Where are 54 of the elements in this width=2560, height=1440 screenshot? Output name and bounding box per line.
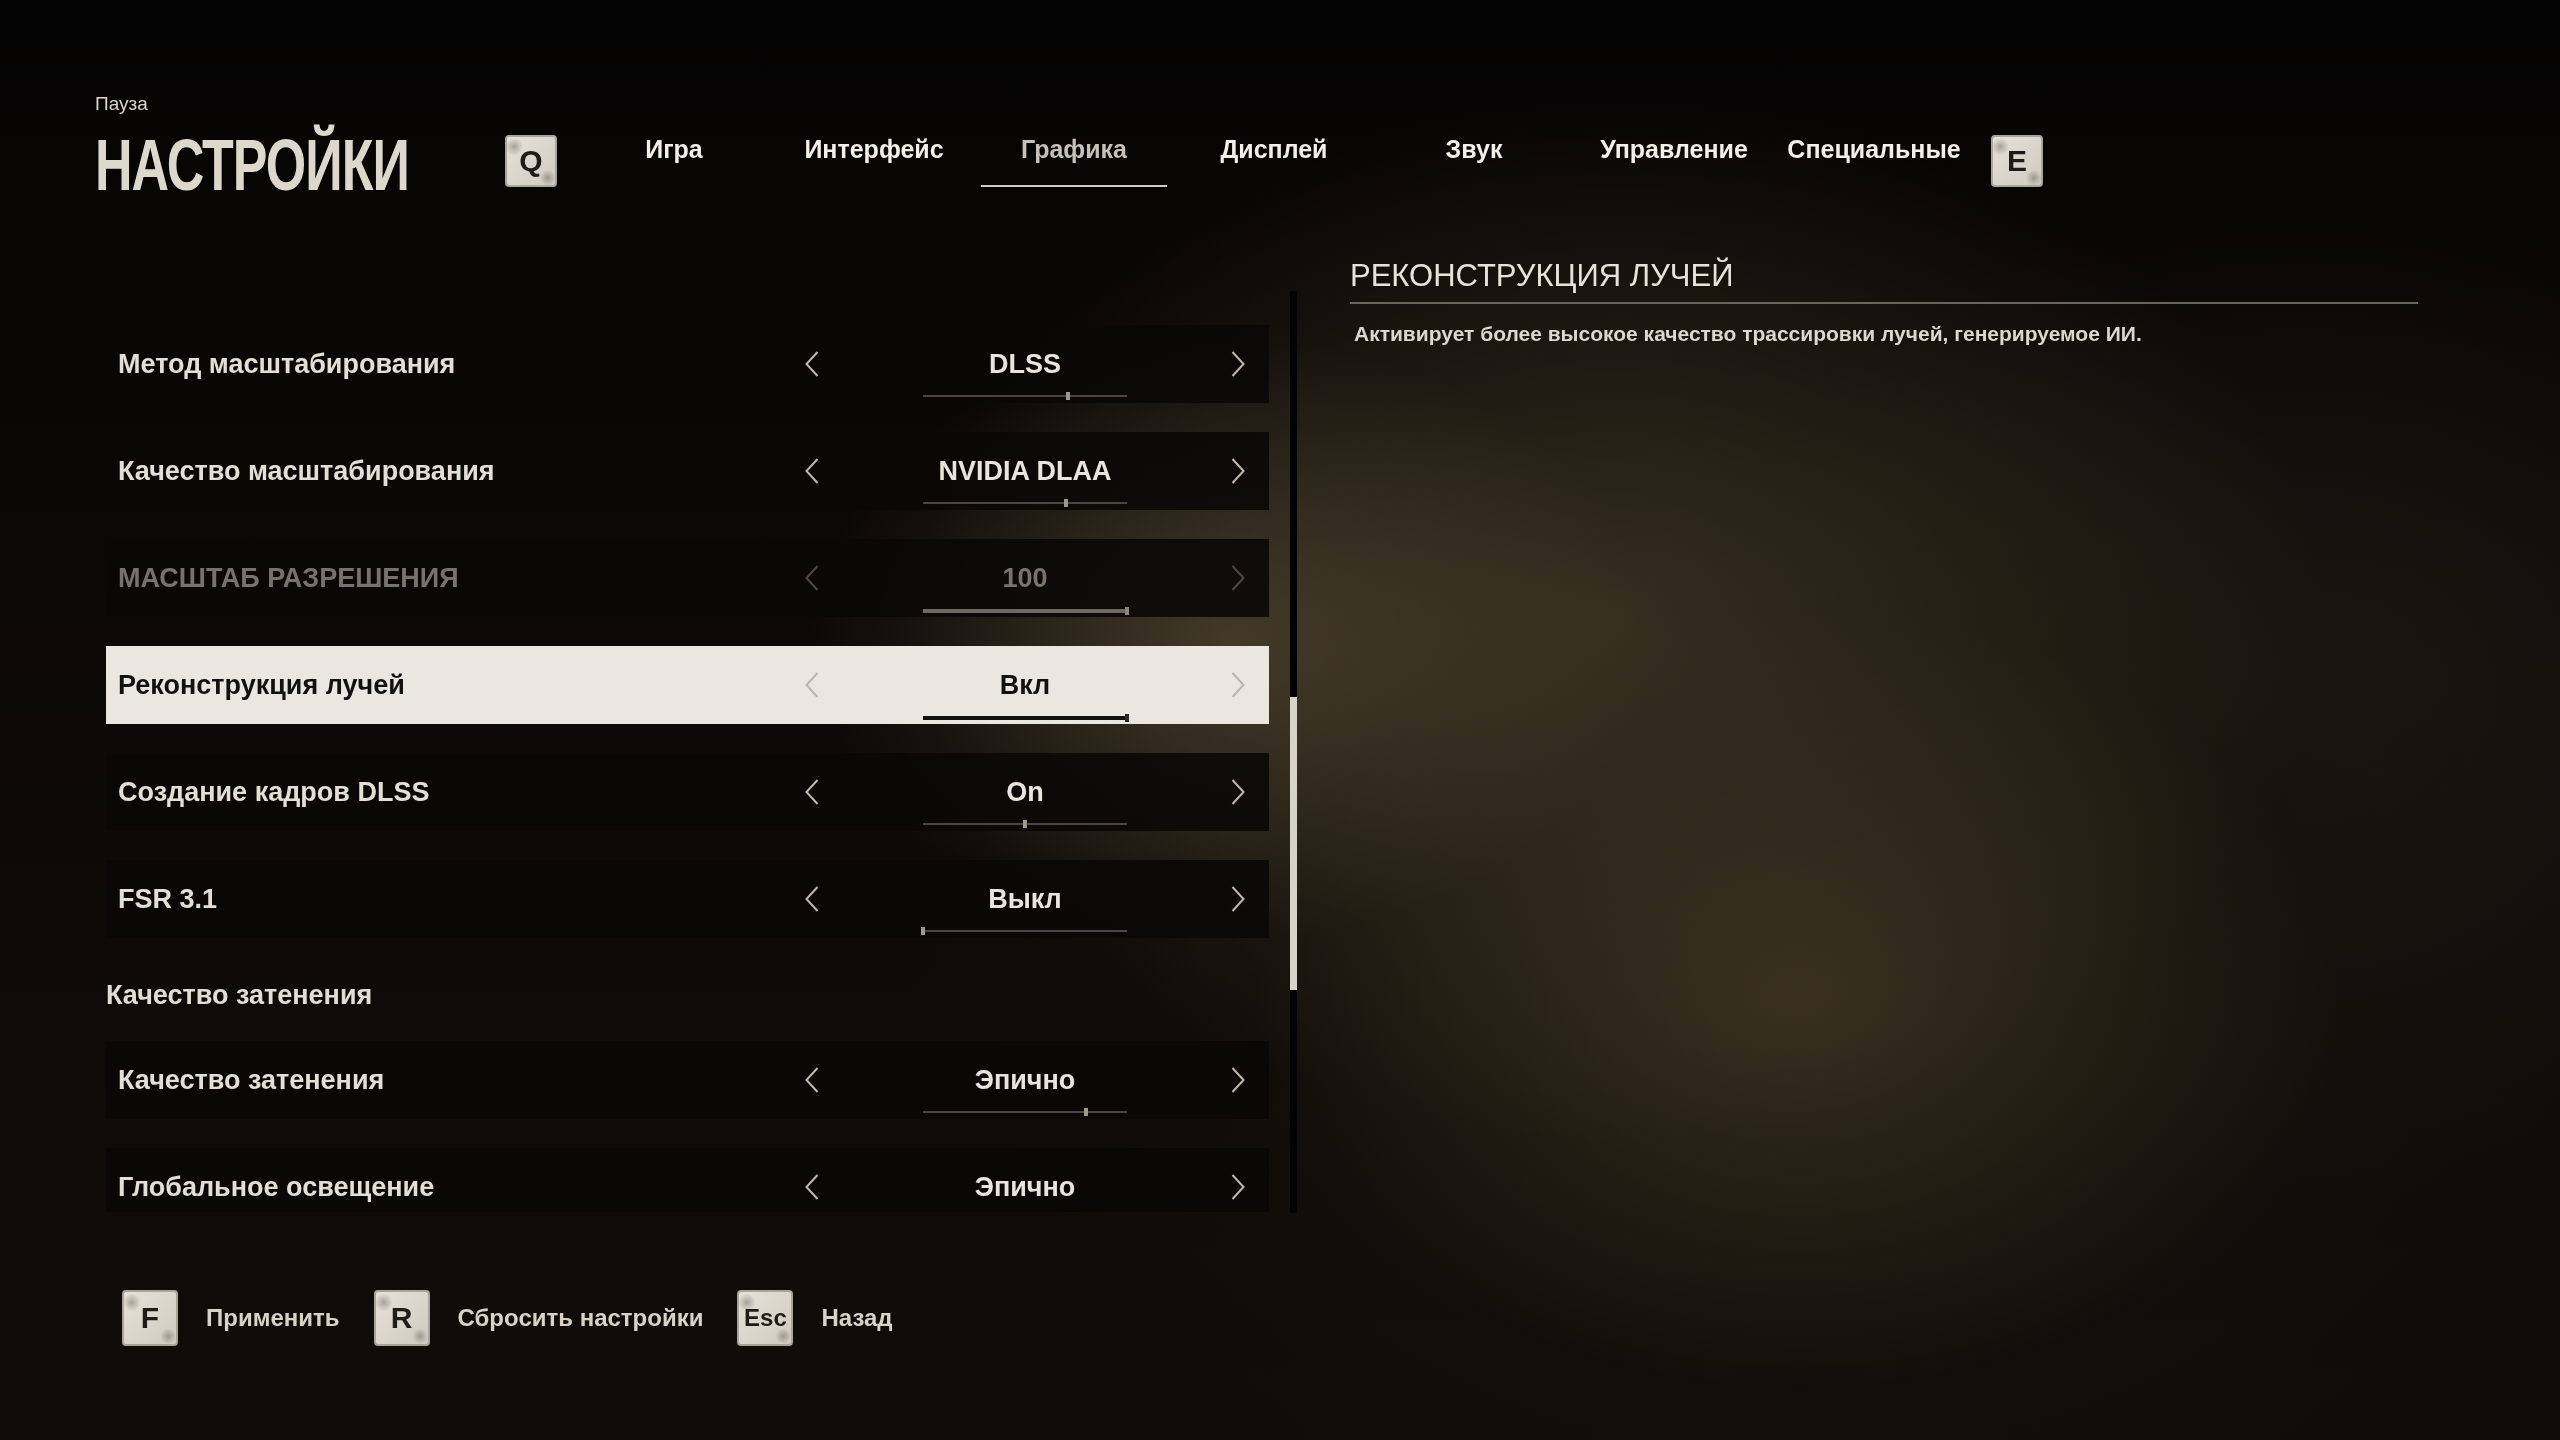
key-cap: F [122, 1290, 178, 1346]
tab[interactable]: Звук [1381, 120, 1567, 187]
setting-label: Реконструкция лучей [117, 669, 406, 702]
setting-label: Метод масштабирования [117, 348, 457, 381]
chevron-left-icon[interactable] [805, 886, 819, 912]
key-hint: E [1991, 135, 2043, 187]
chevron-left-icon[interactable] [805, 779, 819, 805]
setting-label: Создание кадров DLSS [117, 776, 431, 809]
tab[interactable]: Дисплей [1181, 120, 1367, 187]
page-title: НАСТРОЙКИ [95, 124, 409, 206]
action-button[interactable]: Esc Назад [737, 1290, 893, 1346]
breadcrumb-label: Пауза [95, 92, 149, 116]
setting-value: DLSS [989, 348, 1061, 381]
setting-value: Эпично [974, 1064, 1076, 1097]
setting-row[interactable]: Качество затенения Эпично [106, 1041, 1269, 1119]
scrollbar[interactable] [1290, 291, 1297, 1213]
chevron-right-icon[interactable] [1231, 1174, 1245, 1200]
tab[interactable]: Интерфейс [781, 120, 967, 187]
key-hint: Q [505, 135, 557, 187]
chevron-right-icon[interactable] [1231, 458, 1245, 484]
chevron-left-icon[interactable] [805, 1067, 819, 1093]
chevron-right-icon[interactable] [1231, 351, 1245, 377]
setting-label: Глобальное освещение [117, 1171, 436, 1204]
chevron-left-icon[interactable] [805, 1174, 819, 1200]
action-button[interactable]: F Применить [122, 1290, 340, 1346]
chevron-right-icon[interactable] [1231, 886, 1245, 912]
setting-label: Качество затенения [117, 1064, 386, 1097]
setting-value: Вкл [999, 669, 1051, 702]
setting-row[interactable]: Глобальное освещение Эпично [106, 1148, 1269, 1212]
setting-value: Эпично [974, 1171, 1076, 1204]
setting-label: МАСШТАБ РАЗРЕШЕНИЯ [117, 562, 460, 595]
setting-value: Выкл [988, 883, 1062, 916]
chevron-left-icon[interactable] [805, 351, 819, 377]
section-heading: Качество затенения [106, 979, 373, 1012]
setting-label: FSR 3.1 [117, 883, 219, 916]
setting-row[interactable]: FSR 3.1 Выкл [106, 860, 1269, 938]
tab[interactable]: Управление [1581, 120, 1767, 187]
description-text: Активирует более высокое качество трассировки лучей, генерируемое ИИ. [1354, 321, 2143, 347]
chevron-right-icon[interactable] [1231, 1067, 1245, 1093]
scrollbar-thumb[interactable] [1290, 697, 1297, 990]
chevron-right-icon[interactable] [1231, 779, 1245, 805]
tab[interactable]: Графика [981, 120, 1167, 187]
key-cap: R [373, 1290, 430, 1346]
setting-row[interactable]: Создание кадров DLSS On [106, 753, 1269, 831]
action-button[interactable]: R Сбросить настройки [373, 1290, 704, 1346]
setting-label: Качество масштабирования [117, 455, 496, 488]
key-cap: Esc [737, 1290, 794, 1346]
setting-value: 100 [1002, 562, 1048, 595]
tab[interactable]: Игра [581, 120, 767, 187]
tab[interactable]: Специальные [1781, 120, 1967, 187]
setting-value: NVIDIA DLAA [938, 455, 1112, 488]
chevron-left-icon[interactable] [805, 458, 819, 484]
description-title: РЕКОНСТРУКЦИЯ ЛУЧЕЙ [1350, 256, 2418, 304]
setting-value: On [1006, 776, 1044, 809]
